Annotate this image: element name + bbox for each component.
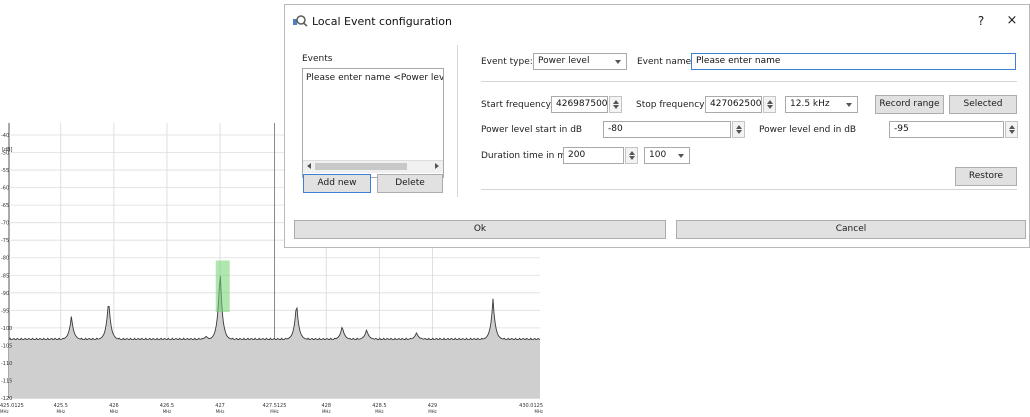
stop-frequency-label: Stop frequency <box>636 100 705 110</box>
event-type-label: Event type: <box>481 57 533 67</box>
spin-down-icon[interactable] <box>1009 130 1015 134</box>
row-divider <box>481 81 1017 82</box>
y-tick-label: -60 <box>1 186 9 192</box>
y-tick-label: -100 <box>1 326 12 332</box>
y-axis-unit: [dB] <box>2 147 13 153</box>
restore-button[interactable]: Restore <box>955 167 1017 186</box>
power-end-spinner[interactable] <box>1005 121 1018 138</box>
delete-button[interactable]: Delete <box>377 174 443 193</box>
app-icon <box>293 15 308 27</box>
close-button[interactable]: × <box>1004 13 1020 29</box>
y-tick-label: -70 <box>1 221 9 227</box>
event-type-value: Power level <box>538 56 590 66</box>
list-item[interactable]: Please enter name <Power leve <box>306 73 443 83</box>
scroll-right-icon[interactable] <box>435 163 439 169</box>
event-name-label: Event name: <box>637 57 695 67</box>
x-tick-unit: MHz <box>56 409 65 414</box>
y-tick-label: -90 <box>1 291 9 297</box>
event-type-select[interactable]: Power level <box>533 53 627 70</box>
start-frequency-label: Start frequency <box>481 100 551 110</box>
cancel-button[interactable]: Cancel <box>676 220 1026 239</box>
y-tick-label: -115 <box>1 378 12 384</box>
spin-up-icon[interactable] <box>613 100 619 104</box>
ok-button[interactable]: Ok <box>294 220 666 239</box>
spin-up-icon[interactable] <box>767 100 773 104</box>
scroll-left-icon[interactable] <box>307 163 311 169</box>
y-tick-label: -40 <box>1 133 9 139</box>
title-bar: Local Event configuration ? × <box>285 5 1029 38</box>
x-tick-unit: MHz <box>375 409 384 414</box>
x-tick-unit: MHz <box>216 409 225 414</box>
power-start-input[interactable]: -80 <box>603 121 731 138</box>
duration-step-value: 100 <box>649 150 667 160</box>
spin-down-icon[interactable] <box>767 105 773 109</box>
event-band <box>215 260 230 313</box>
spin-up-icon[interactable] <box>629 151 635 155</box>
event-name-input[interactable]: Please enter name <box>691 53 1016 70</box>
y-tick-label: -65 <box>1 203 9 209</box>
duration-spinner[interactable] <box>625 147 638 164</box>
spin-down-icon[interactable] <box>613 105 619 109</box>
duration-input[interactable]: 200 <box>563 147 624 164</box>
scroll-thumb[interactable] <box>315 163 407 170</box>
y-tick-label: -110 <box>1 361 12 367</box>
spin-up-icon[interactable] <box>1009 125 1015 129</box>
power-end-input[interactable]: -95 <box>889 121 1004 138</box>
dialog-title: Local Event configuration <box>312 15 452 28</box>
power-end-label: Power level end in dB <box>759 125 857 135</box>
chevron-down-icon <box>678 154 684 158</box>
power-start-label: Power level start in dB <box>481 125 583 135</box>
frequency-step-select[interactable]: 12.5 kHz <box>785 96 858 113</box>
start-frequency-spinner[interactable] <box>609 96 622 113</box>
local-event-dialog: Local Event configuration ? × Events Ple… <box>284 4 1030 248</box>
spin-down-icon[interactable] <box>736 130 742 134</box>
duration-label: Duration time in ms <box>481 151 571 161</box>
record-range-button[interactable]: Record range <box>875 95 944 114</box>
chevron-down-icon <box>615 60 621 64</box>
events-label: Events <box>302 54 333 64</box>
power-start-spinner[interactable] <box>732 121 745 138</box>
stop-frequency-input[interactable]: 427062500 <box>705 96 762 113</box>
x-tick-unit: MHz <box>270 409 279 414</box>
spin-up-icon[interactable] <box>736 125 742 129</box>
x-tick-unit: MHz <box>110 409 119 414</box>
y-tick-label: -80 <box>1 256 9 262</box>
duration-step-select[interactable]: 100 <box>644 147 690 164</box>
row-divider <box>481 189 1017 190</box>
y-tick-label: -55 <box>1 168 9 174</box>
add-new-button[interactable]: Add new <box>303 174 371 193</box>
y-tick-label: -85 <box>1 273 9 279</box>
selected-button[interactable]: Selected <box>949 95 1017 114</box>
x-tick-unit: MHz <box>534 409 543 414</box>
y-tick-label: -105 <box>1 343 12 349</box>
x-tick-unit: MHz <box>163 409 172 414</box>
panel-divider <box>457 45 458 197</box>
event-range-highlight <box>215 260 230 313</box>
chevron-down-icon <box>846 103 852 107</box>
spin-down-icon[interactable] <box>629 156 635 160</box>
frequency-step-value: 12.5 kHz <box>790 99 830 109</box>
y-tick-label: -75 <box>1 238 9 244</box>
events-list-scrollbar[interactable] <box>303 160 443 173</box>
x-tick-unit: MHz <box>428 409 437 414</box>
help-button[interactable]: ? <box>973 13 989 29</box>
start-frequency-input[interactable]: 426987500 <box>551 96 608 113</box>
x-tick-unit: MHz <box>0 409 9 414</box>
stop-frequency-spinner[interactable] <box>763 96 776 113</box>
y-tick-label: -95 <box>1 308 9 314</box>
y-tick-label: -120 <box>1 396 12 402</box>
x-tick-unit: MHz <box>322 409 331 414</box>
